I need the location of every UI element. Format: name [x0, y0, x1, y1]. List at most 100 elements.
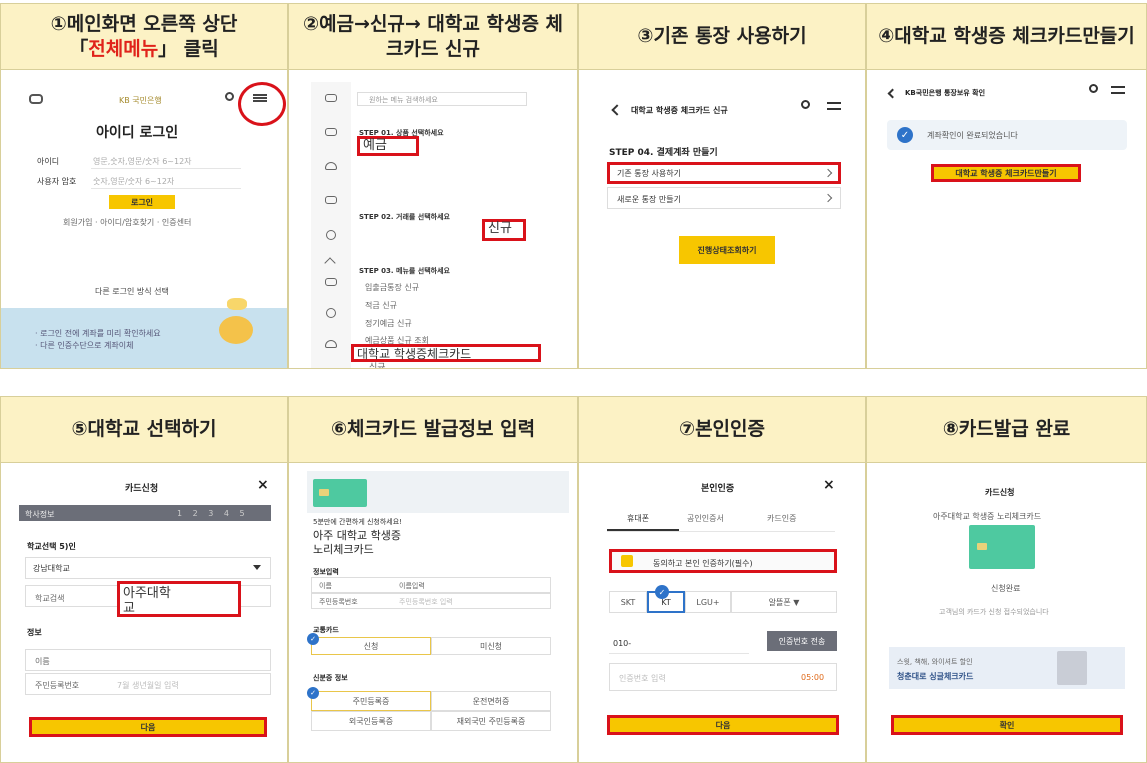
- step-7-panel: ⑦본인인증 본인인증 × 휴대폰 공인인증서 카드인증 동의하고 본인 인증하기…: [578, 396, 866, 763]
- wallet-icon[interactable]: [325, 128, 337, 136]
- section-id: 신분증 정보: [313, 674, 348, 682]
- status-check-button[interactable]: 진행상태조회하기: [679, 236, 775, 264]
- id-option-1[interactable]: 주민등록증: [311, 691, 431, 711]
- home-icon[interactable]: [325, 94, 337, 102]
- pw-input[interactable]: 숫자,영문/숫자 6~12자: [93, 176, 174, 187]
- menu-item-3[interactable]: 정기예금 신규: [365, 318, 412, 329]
- search-icon[interactable]: [225, 92, 234, 101]
- confirm-button[interactable]: 확인: [891, 715, 1123, 735]
- menu-highlight-circle: [238, 82, 286, 126]
- school-highlight[interactable]: 아주대학 교: [117, 581, 241, 617]
- id-option-4[interactable]: 재외국민 주민등록증: [431, 711, 551, 731]
- menu-search-placeholder: 원하는 메뉴 검색하세요: [369, 96, 438, 104]
- send-code-button[interactable]: 인증번호 전송: [767, 631, 837, 651]
- dialog-title: 카드신청: [985, 488, 1015, 497]
- done-sub: 고객님의 카드가 신청 접수되었습니다: [939, 608, 1049, 616]
- piggy-bank-illustration: [219, 316, 253, 344]
- name-field[interactable]: [25, 649, 271, 671]
- step-6-screen: 5분만에 간편하게 신청하세요! 아주 대학교 학생증 노리체크카드 정보입력 …: [289, 463, 577, 762]
- step-8-title: ⑧카드발급 완료: [867, 397, 1146, 463]
- info-row-1-label: 이름: [319, 582, 332, 590]
- carrier-mvno[interactable]: 알뜰폰 ▼: [731, 591, 837, 613]
- new-highlight[interactable]: 신규: [482, 219, 526, 241]
- transit-apply[interactable]: 신청: [311, 637, 431, 655]
- pw-underline: [91, 188, 241, 189]
- step-2-screen: 원하는 메뉴 검색하세요 STEP 01. 상품 선택하세요 예금 STEP 0…: [289, 70, 577, 368]
- search-icon[interactable]: [1089, 84, 1098, 93]
- login-button[interactable]: 로그인: [109, 195, 175, 209]
- step-8-screen: 카드신청 아주대학교 학생증 노리체크카드 신청완료 고객님의 카드가 신청 접…: [867, 463, 1146, 762]
- kb-logo: KB 국민은행: [119, 96, 162, 105]
- gift-icon[interactable]: [325, 278, 337, 286]
- tab-card[interactable]: 카드인증: [767, 513, 796, 524]
- make-card-button[interactable]: 대학교 학생증 체크카드만들기: [931, 164, 1081, 182]
- student-card-sub: 신규: [369, 363, 386, 369]
- settings-icon[interactable]: [326, 308, 336, 318]
- step-4-panel: ④대학교 학생증 체크카드만들기 KB국민은행 통장보유 확인 ✓ 계좌확인이 …: [866, 3, 1147, 369]
- step-5-title: ⑤대학교 선택하기: [1, 397, 287, 463]
- step-label: STEP 04. 결제계좌 만들기: [609, 148, 718, 158]
- check-badge-icon: ✓: [307, 633, 319, 645]
- step-4-title: ④대학교 학생증 체크카드만들기: [867, 4, 1146, 70]
- step-5-screen: 카드신청 × 학사정보 1 2 3 4 5 학교선택 5)인 강남대학교 학교검…: [1, 463, 287, 762]
- menu-icon[interactable]: [827, 102, 841, 110]
- login-links[interactable]: 회원가입 · 아이디/암호찾기 · 인증센터: [63, 217, 191, 228]
- search-icon[interactable]: [801, 100, 810, 109]
- card-chip: [319, 489, 329, 496]
- other-login[interactable]: 다른 로그인 방식 선택: [95, 286, 169, 297]
- school-search-label: 학교검색: [35, 594, 65, 603]
- deposit-highlight[interactable]: 예금: [357, 136, 419, 156]
- carrier-skt[interactable]: SKT: [609, 591, 647, 613]
- user-icon[interactable]: [325, 340, 337, 348]
- step-1-title: ①메인화면 오른쪽 상단 「전체메뉴」 클릭: [1, 4, 287, 70]
- agree-text: 동의하고 본인 인증하기(필수): [653, 559, 753, 568]
- back-chevron-icon[interactable]: [611, 104, 623, 116]
- login-title: 아이디 로그인: [96, 125, 179, 141]
- headline-small: 5분만에 간편하게 신청하세요!: [313, 518, 402, 526]
- promo-small: 스윗, 책해, 와이셔트 할인: [897, 658, 973, 666]
- done-title: 신청완료: [991, 584, 1021, 593]
- carrier-lgu[interactable]: LGU+: [685, 591, 731, 613]
- headset-icon[interactable]: [325, 162, 337, 170]
- bank-icon[interactable]: [325, 196, 337, 204]
- caret-down-icon: [253, 565, 261, 570]
- next-button[interactable]: 다음: [29, 717, 267, 737]
- id-option-2[interactable]: 운전면허증: [431, 691, 551, 711]
- id-option-3[interactable]: 외국인등록증: [311, 711, 431, 731]
- step-2-title: ②예금→신규→ 대학교 학생증 체크카드 신규: [289, 4, 577, 70]
- tab-phone[interactable]: 휴대폰: [627, 513, 649, 524]
- info-row-2-value: 주민등록번호 입력: [399, 598, 453, 606]
- school-dropdown-value: 강남대학교: [33, 564, 70, 573]
- globe-icon[interactable]: [326, 230, 336, 240]
- step3-label: STEP 03. 메뉴를 선택하세요: [359, 267, 450, 275]
- step-1-panel: ①메인화면 오른쪽 상단 「전체메뉴」 클릭 KB 국민은행 아이디 로그인 아…: [0, 3, 288, 369]
- back-chevron-icon[interactable]: [887, 88, 898, 99]
- close-icon[interactable]: ×: [257, 477, 269, 493]
- id-input[interactable]: 영문,숫자,영문/숫자 6~12자: [93, 156, 192, 167]
- home-icon[interactable]: [29, 94, 43, 104]
- close-icon[interactable]: ×: [823, 477, 835, 493]
- step-8-panel: ⑧카드발급 완료 카드신청 아주대학교 학생증 노리체크카드 신청완료 고객님의…: [866, 396, 1147, 763]
- menu-item-2[interactable]: 적금 신규: [365, 300, 397, 311]
- promo-banner[interactable]: [889, 647, 1125, 689]
- next-button[interactable]: 다음: [607, 715, 839, 735]
- transit-decline[interactable]: 미신청: [431, 637, 551, 655]
- step-6-panel: ⑥체크카드 발급정보 입력 5분만에 간편하게 신청하세요! 아주 대학교 학생…: [288, 396, 578, 763]
- info-row-1[interactable]: [311, 577, 551, 593]
- screen-header: KB국민은행 통장보유 확인: [905, 89, 986, 97]
- code-placeholder: 인증번호 입력: [619, 674, 666, 683]
- phone-prefix: 010-: [613, 639, 632, 648]
- tab-cert[interactable]: 공인인증서: [687, 513, 724, 524]
- step2-label: STEP 02. 거래를 선택하세요: [359, 213, 450, 221]
- school-highlight-line2: 교: [123, 601, 135, 616]
- screen-header: 대학교 학생증 체크카드 신규: [631, 106, 728, 115]
- rrn-placeholder: 7월 생년월일 입력: [117, 681, 179, 690]
- id-label: 아이디: [37, 157, 60, 166]
- checkbox-checked-icon[interactable]: [621, 555, 633, 567]
- menu-item-1[interactable]: 입출금통장 신규: [365, 282, 419, 293]
- menu-icon[interactable]: [1111, 86, 1125, 94]
- promo-card-image: [1057, 651, 1087, 685]
- coins-illustration: [227, 298, 247, 310]
- step-3-panel: ③기존 통장 사용하기 대학교 학생증 체크카드 신규 STEP 04. 결제계…: [578, 3, 866, 369]
- progress-label: 학사정보: [25, 510, 55, 519]
